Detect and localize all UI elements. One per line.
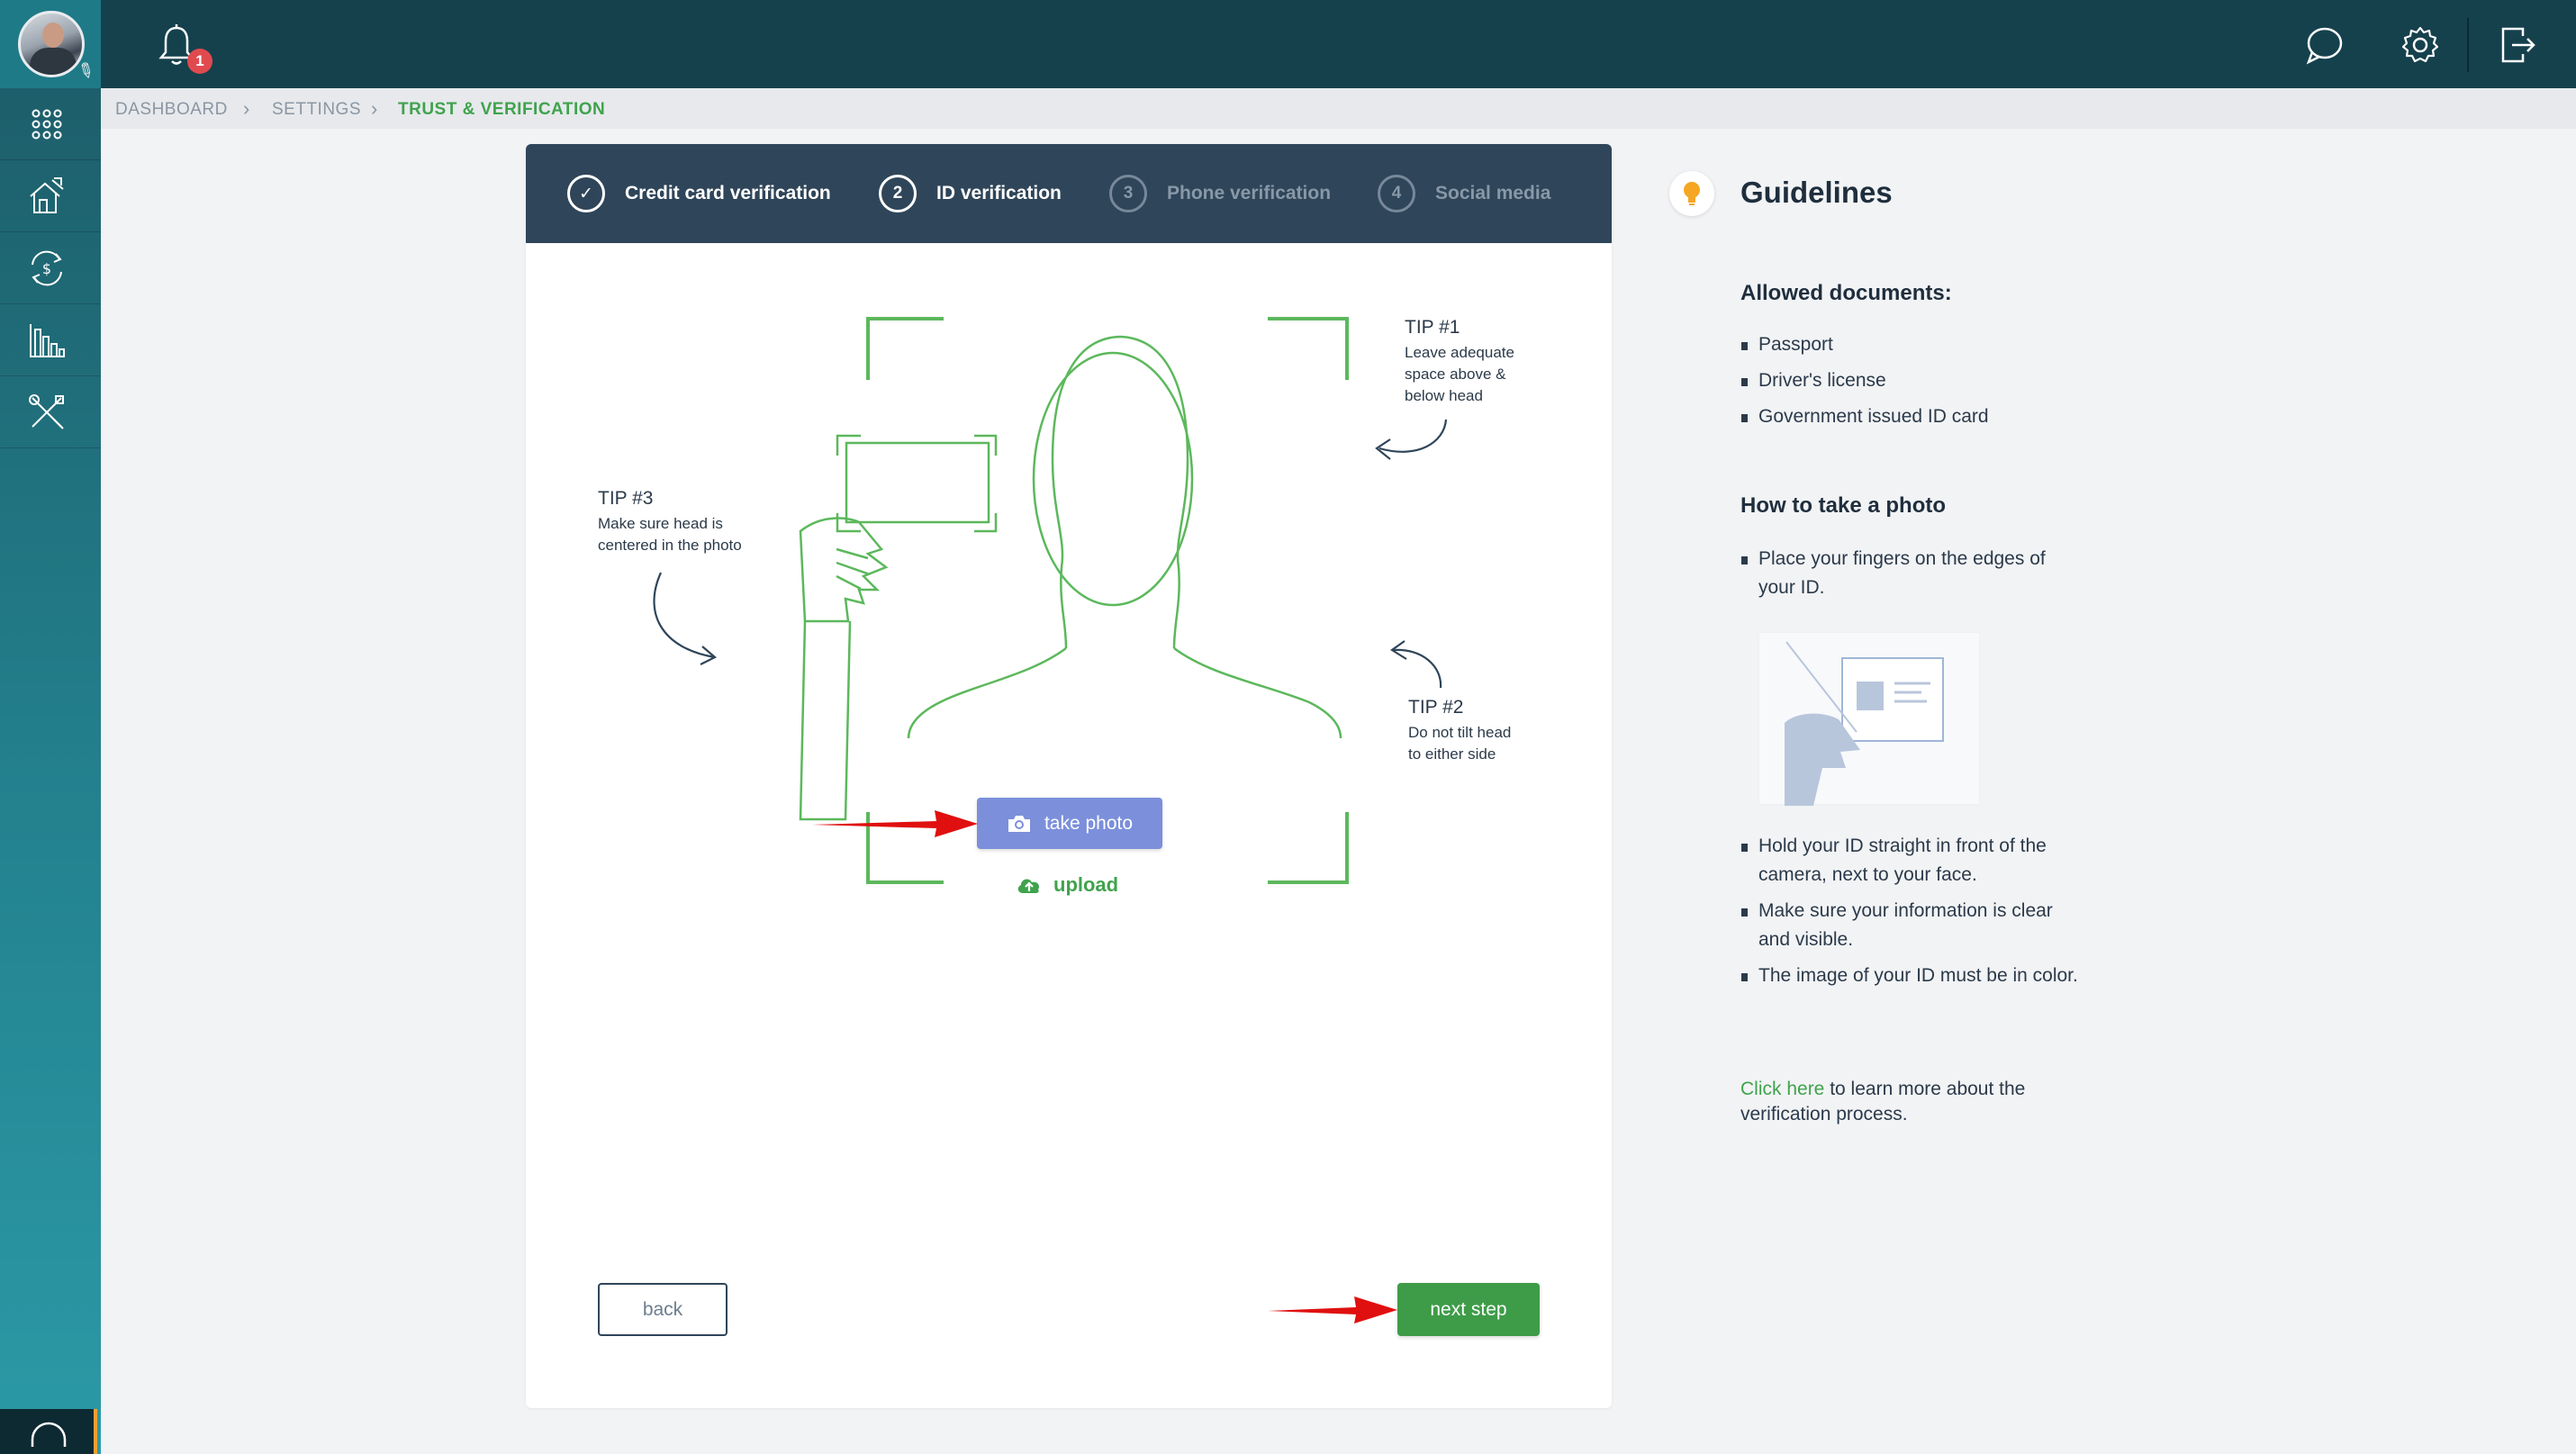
check-icon: ✓ (567, 175, 605, 212)
list-item: Passport (1740, 330, 2083, 359)
sidebar-item-reports[interactable] (0, 304, 101, 376)
tip-3-title: TIP #3 (598, 488, 654, 509)
list-item: Government issued ID card (1740, 402, 2083, 431)
sidebar-item-tools[interactable] (0, 376, 101, 448)
money-exchange-icon: $ (32, 250, 62, 286)
logout-icon[interactable] (2498, 25, 2537, 65)
step-number: 3 (1109, 175, 1147, 212)
next-step-button[interactable]: next step (1397, 1283, 1540, 1336)
step-phone-verification[interactable]: 3 Phone verification (1109, 144, 1331, 243)
profile-area[interactable]: ✎ (0, 0, 101, 88)
step-label: Phone verification (1167, 183, 1332, 203)
notification-badge: 1 (187, 49, 212, 74)
tools-icon (29, 394, 64, 429)
camera-icon (1008, 815, 1030, 832)
take-photo-button[interactable]: take photo (977, 798, 1162, 849)
list-item: Make sure your information is clear and … (1740, 897, 2083, 954)
guidelines-title: Guidelines (1740, 176, 1893, 209)
cloud-upload-icon (1017, 879, 1040, 893)
sidebar-item-properties[interactable] (0, 160, 101, 232)
back-button[interactable]: back (598, 1283, 728, 1336)
avatar[interactable] (18, 11, 85, 77)
allowed-documents-heading: Allowed documents: (1740, 281, 1952, 305)
gear-icon[interactable] (2400, 25, 2440, 65)
steps-header: ✓ Credit card verification 2 ID verifica… (526, 144, 1612, 243)
step-number: 4 (1378, 175, 1415, 212)
upload-link[interactable]: upload (1016, 873, 1118, 897)
bar-chart-icon (30, 324, 65, 357)
click-here-link[interactable]: Click here (1740, 1079, 1824, 1099)
breadcrumb-dashboard[interactable]: DASHBOARD (115, 100, 228, 120)
breadcrumb-settings[interactable]: SETTINGS (272, 100, 361, 120)
step-label: Credit card verification (625, 183, 831, 203)
chat-icon[interactable] (2305, 25, 2345, 65)
sidebar-item-finance[interactable]: $ (0, 232, 101, 304)
step-credit-card[interactable]: ✓ Credit card verification (567, 144, 831, 243)
step-social-media[interactable]: 4 Social media (1378, 144, 1550, 243)
apps-grid-icon (32, 109, 62, 140)
sidebar: $ (0, 88, 101, 1454)
sidebar-item-apps[interactable] (0, 88, 101, 160)
list-item: Driver's license (1740, 366, 2083, 395)
step-id-verification[interactable]: 2 ID verification (879, 144, 1062, 243)
top-bar: ✎ 1 (0, 0, 2576, 88)
list-item: The image of your ID must be in color. (1740, 962, 2083, 990)
hand-holding-id-image (1758, 632, 1980, 806)
annotation-arrow-icon (812, 810, 978, 837)
list-item: Hold your ID straight in front of the ca… (1740, 832, 2083, 890)
header-divider (2467, 18, 2469, 72)
breadcrumb-trust-verification: TRUST & VERIFICATION (398, 100, 606, 119)
step-label: ID verification (936, 183, 1062, 203)
tip-2-text: Do not tilt head to either side (1408, 724, 1512, 763)
annotation-arrow-icon (1268, 1296, 1397, 1323)
upload-label: upload (1053, 873, 1119, 896)
chevron-right-icon: › (371, 97, 378, 120)
take-photo-label: take photo (1044, 812, 1134, 834)
tip-2-title: TIP #2 (1408, 697, 1464, 718)
how-to-heading: How to take a photo (1740, 493, 1946, 518)
step-label: Social media (1435, 183, 1551, 203)
guidelines-footer: Click here to learn more about the verif… (1740, 1077, 2083, 1127)
step-number: 2 (879, 175, 917, 212)
support-headset-button[interactable] (0, 1409, 97, 1454)
list-item: Place your fingers on the edges of your … (1740, 545, 2083, 602)
verification-card: ✓ Credit card verification 2 ID verifica… (526, 144, 1612, 1408)
tip-1-title: TIP #1 (1405, 317, 1460, 338)
headset-icon (31, 1422, 67, 1447)
tip-1-text: Leave adequate space above & below head (1405, 344, 1514, 404)
svg-text:$: $ (42, 260, 51, 277)
lightbulb-icon (1669, 171, 1714, 216)
chevron-right-icon: › (243, 97, 250, 120)
tip-3-text: Make sure head is centered in the photo (598, 515, 742, 554)
house-icon (30, 177, 64, 213)
